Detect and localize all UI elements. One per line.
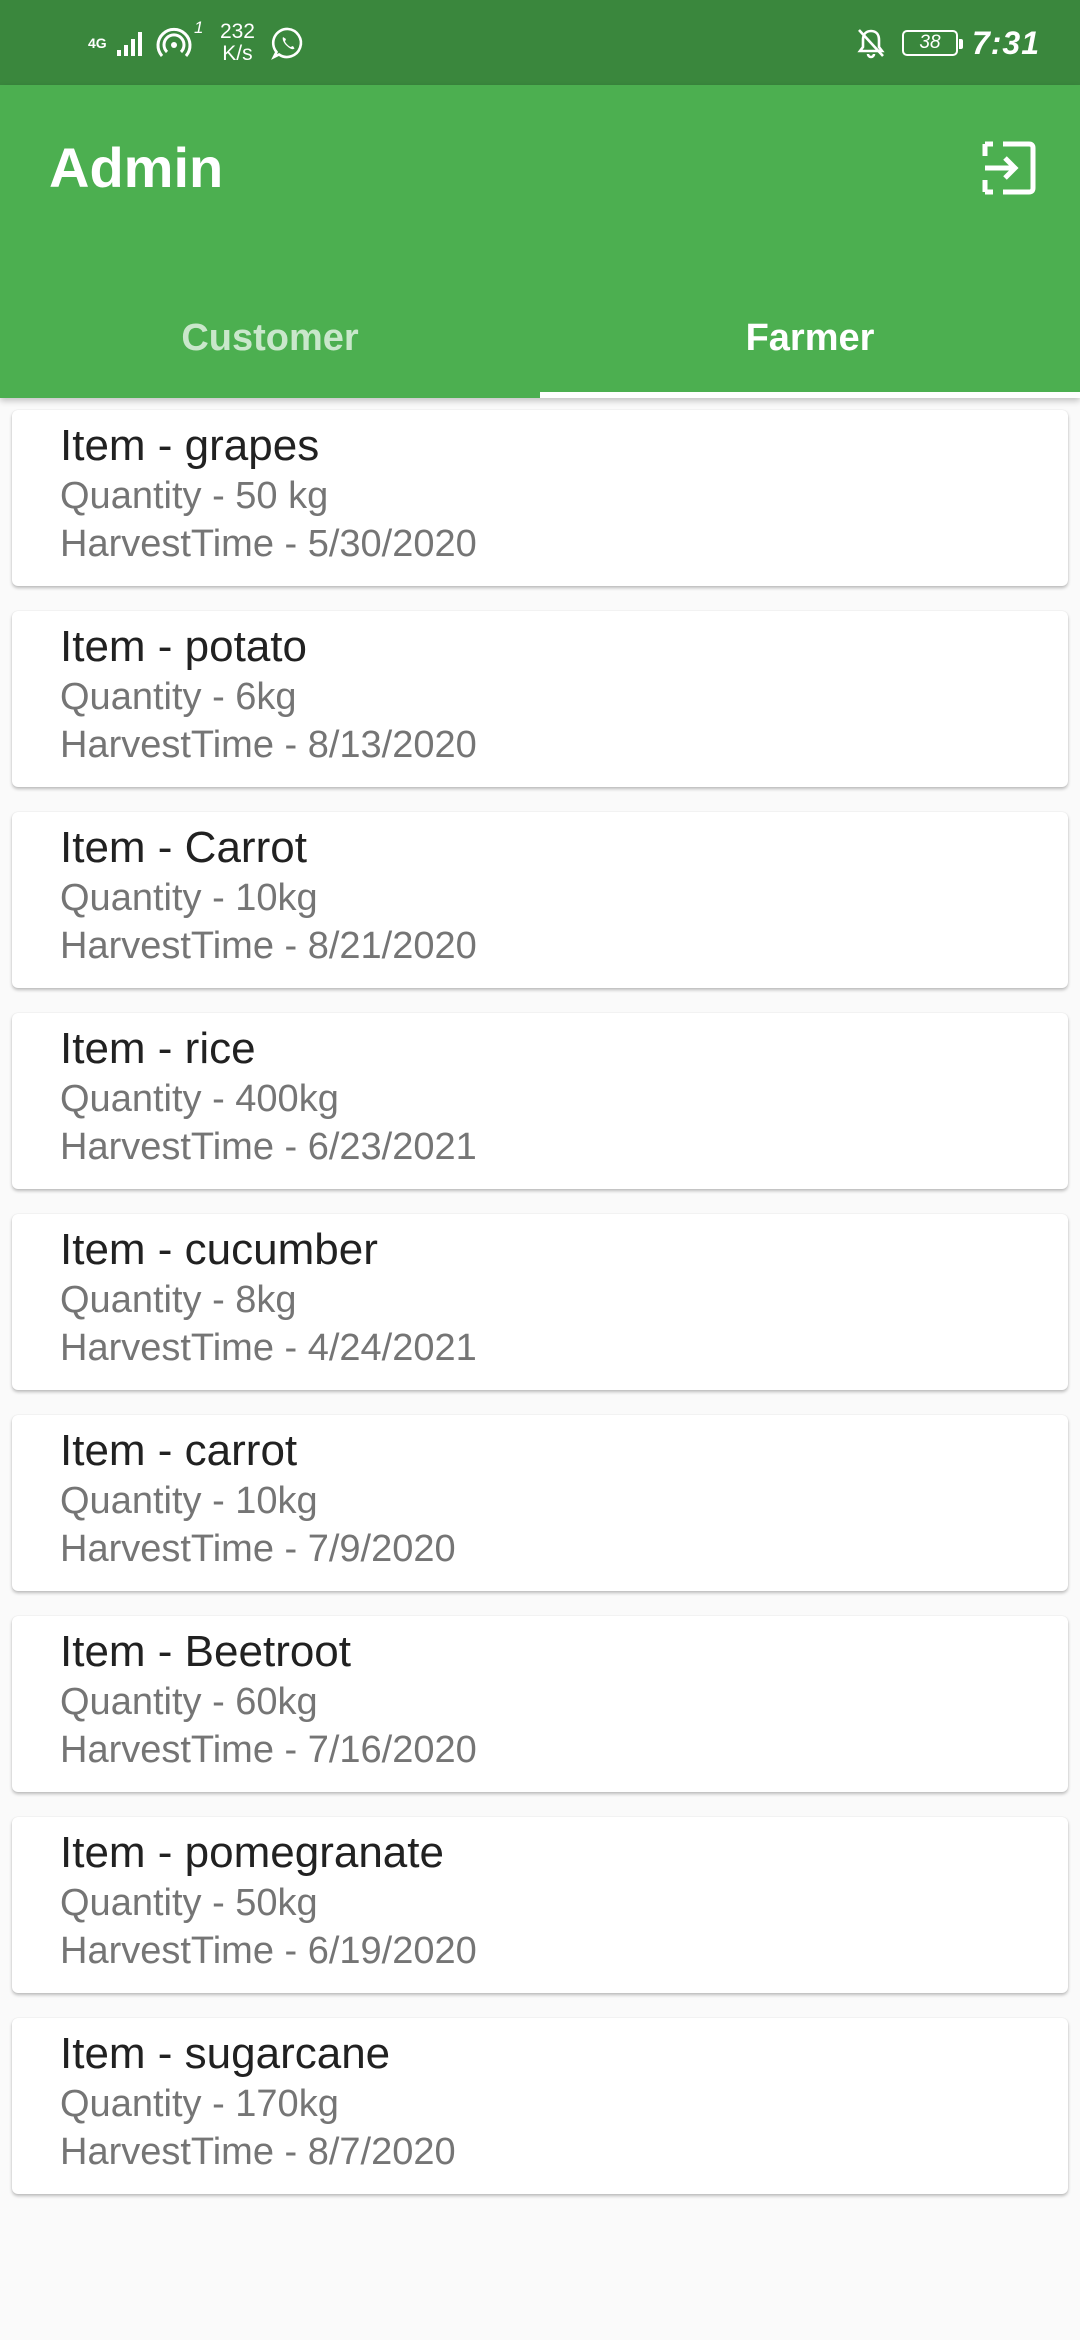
item-name: Item - cucumber — [60, 1225, 378, 1274]
item-quantity: Quantity - 170kg — [60, 2083, 339, 2125]
speed-unit: K/s — [222, 42, 253, 65]
item-harvest-time: HarvestTime - 8/13/2020 — [60, 724, 477, 766]
status-left: 4G 1 232 K/s — [88, 18, 305, 68]
item-name: Item - Carrot — [60, 823, 307, 872]
hotspot-icon — [156, 27, 192, 57]
item-name: Item - sugarcane — [60, 2029, 391, 2078]
signal-icon — [117, 32, 142, 56]
item-harvest-time: HarvestTime - 8/7/2020 — [60, 2131, 456, 2173]
logout-button[interactable] — [976, 135, 1042, 201]
item-harvest-time: HarvestTime - 5/30/2020 — [60, 523, 477, 565]
item-harvest-time: HarvestTime - 4/24/2021 — [60, 1327, 477, 1369]
farmer-item-list: Item - grapes Quantity - 50 kg HarvestTi… — [12, 410, 1068, 2219]
battery-level: 38 — [919, 32, 941, 53]
network-speed: 232 K/s — [213, 21, 261, 65]
item-harvest-time: HarvestTime - 7/16/2020 — [60, 1729, 477, 1771]
item-name: Item - carrot — [60, 1426, 298, 1475]
battery-icon: 38 — [901, 30, 963, 56]
item-name: Item - Beetroot — [60, 1627, 352, 1676]
status-bar: 4G 1 232 K/s 38 7:31 — [0, 0, 1080, 85]
item-quantity: Quantity - 10kg — [60, 877, 318, 919]
item-name: Item - rice — [60, 1024, 256, 1073]
speed-value: 232 — [219, 20, 255, 43]
whatsapp-icon — [271, 27, 303, 60]
item-quantity: Quantity - 10kg — [60, 1480, 318, 1522]
list-item[interactable]: Item - sugarcane Quantity - 170kg Harves… — [12, 2018, 1068, 2194]
list-item[interactable]: Item - potato Quantity - 6kg HarvestTime… — [12, 611, 1068, 787]
item-quantity: Quantity - 6kg — [60, 676, 297, 718]
item-name: Item - pomegranate — [60, 1828, 444, 1877]
clock: 7:31 — [971, 24, 1040, 61]
hotspot-count: 1 — [194, 18, 204, 37]
item-harvest-time: HarvestTime - 8/21/2020 — [60, 925, 477, 967]
app-bar: Admin Customer Farmer — [0, 85, 1080, 398]
item-quantity: Quantity - 50 kg — [60, 475, 329, 517]
item-harvest-time: HarvestTime - 6/19/2020 — [60, 1930, 477, 1972]
list-item[interactable]: Item - Carrot Quantity - 10kg HarvestTim… — [12, 812, 1068, 988]
item-name: Item - grapes — [60, 421, 320, 470]
logout-icon — [982, 141, 1036, 195]
list-item[interactable]: Item - grapes Quantity - 50 kg HarvestTi… — [12, 410, 1068, 586]
page-title: Admin — [49, 136, 224, 199]
item-quantity: Quantity - 60kg — [60, 1681, 318, 1723]
item-harvest-time: HarvestTime - 6/23/2021 — [60, 1126, 477, 1168]
item-name: Item - potato — [60, 622, 308, 671]
network-type: 4G — [88, 35, 107, 51]
item-quantity: Quantity - 8kg — [60, 1279, 297, 1321]
item-quantity: Quantity - 400kg — [60, 1078, 339, 1120]
notifications-off-icon — [857, 29, 885, 59]
tab-customer[interactable]: Customer — [0, 279, 540, 398]
list-item[interactable]: Item - cucumber Quantity - 8kg HarvestTi… — [12, 1214, 1068, 1390]
list-item[interactable]: Item - Beetroot Quantity - 60kg HarvestT… — [12, 1616, 1068, 1792]
list-item[interactable]: Item - rice Quantity - 400kg HarvestTime… — [12, 1013, 1068, 1189]
tab-bar: Customer Farmer — [0, 279, 1080, 398]
tab-farmer[interactable]: Farmer — [540, 279, 1080, 398]
list-item[interactable]: Item - carrot Quantity - 10kg HarvestTim… — [12, 1415, 1068, 1591]
list-item[interactable]: Item - pomegranate Quantity - 50kg Harve… — [12, 1817, 1068, 1993]
item-quantity: Quantity - 50kg — [60, 1882, 318, 1924]
status-right: 38 7:31 — [854, 18, 1040, 68]
item-harvest-time: HarvestTime - 7/9/2020 — [60, 1528, 456, 1570]
